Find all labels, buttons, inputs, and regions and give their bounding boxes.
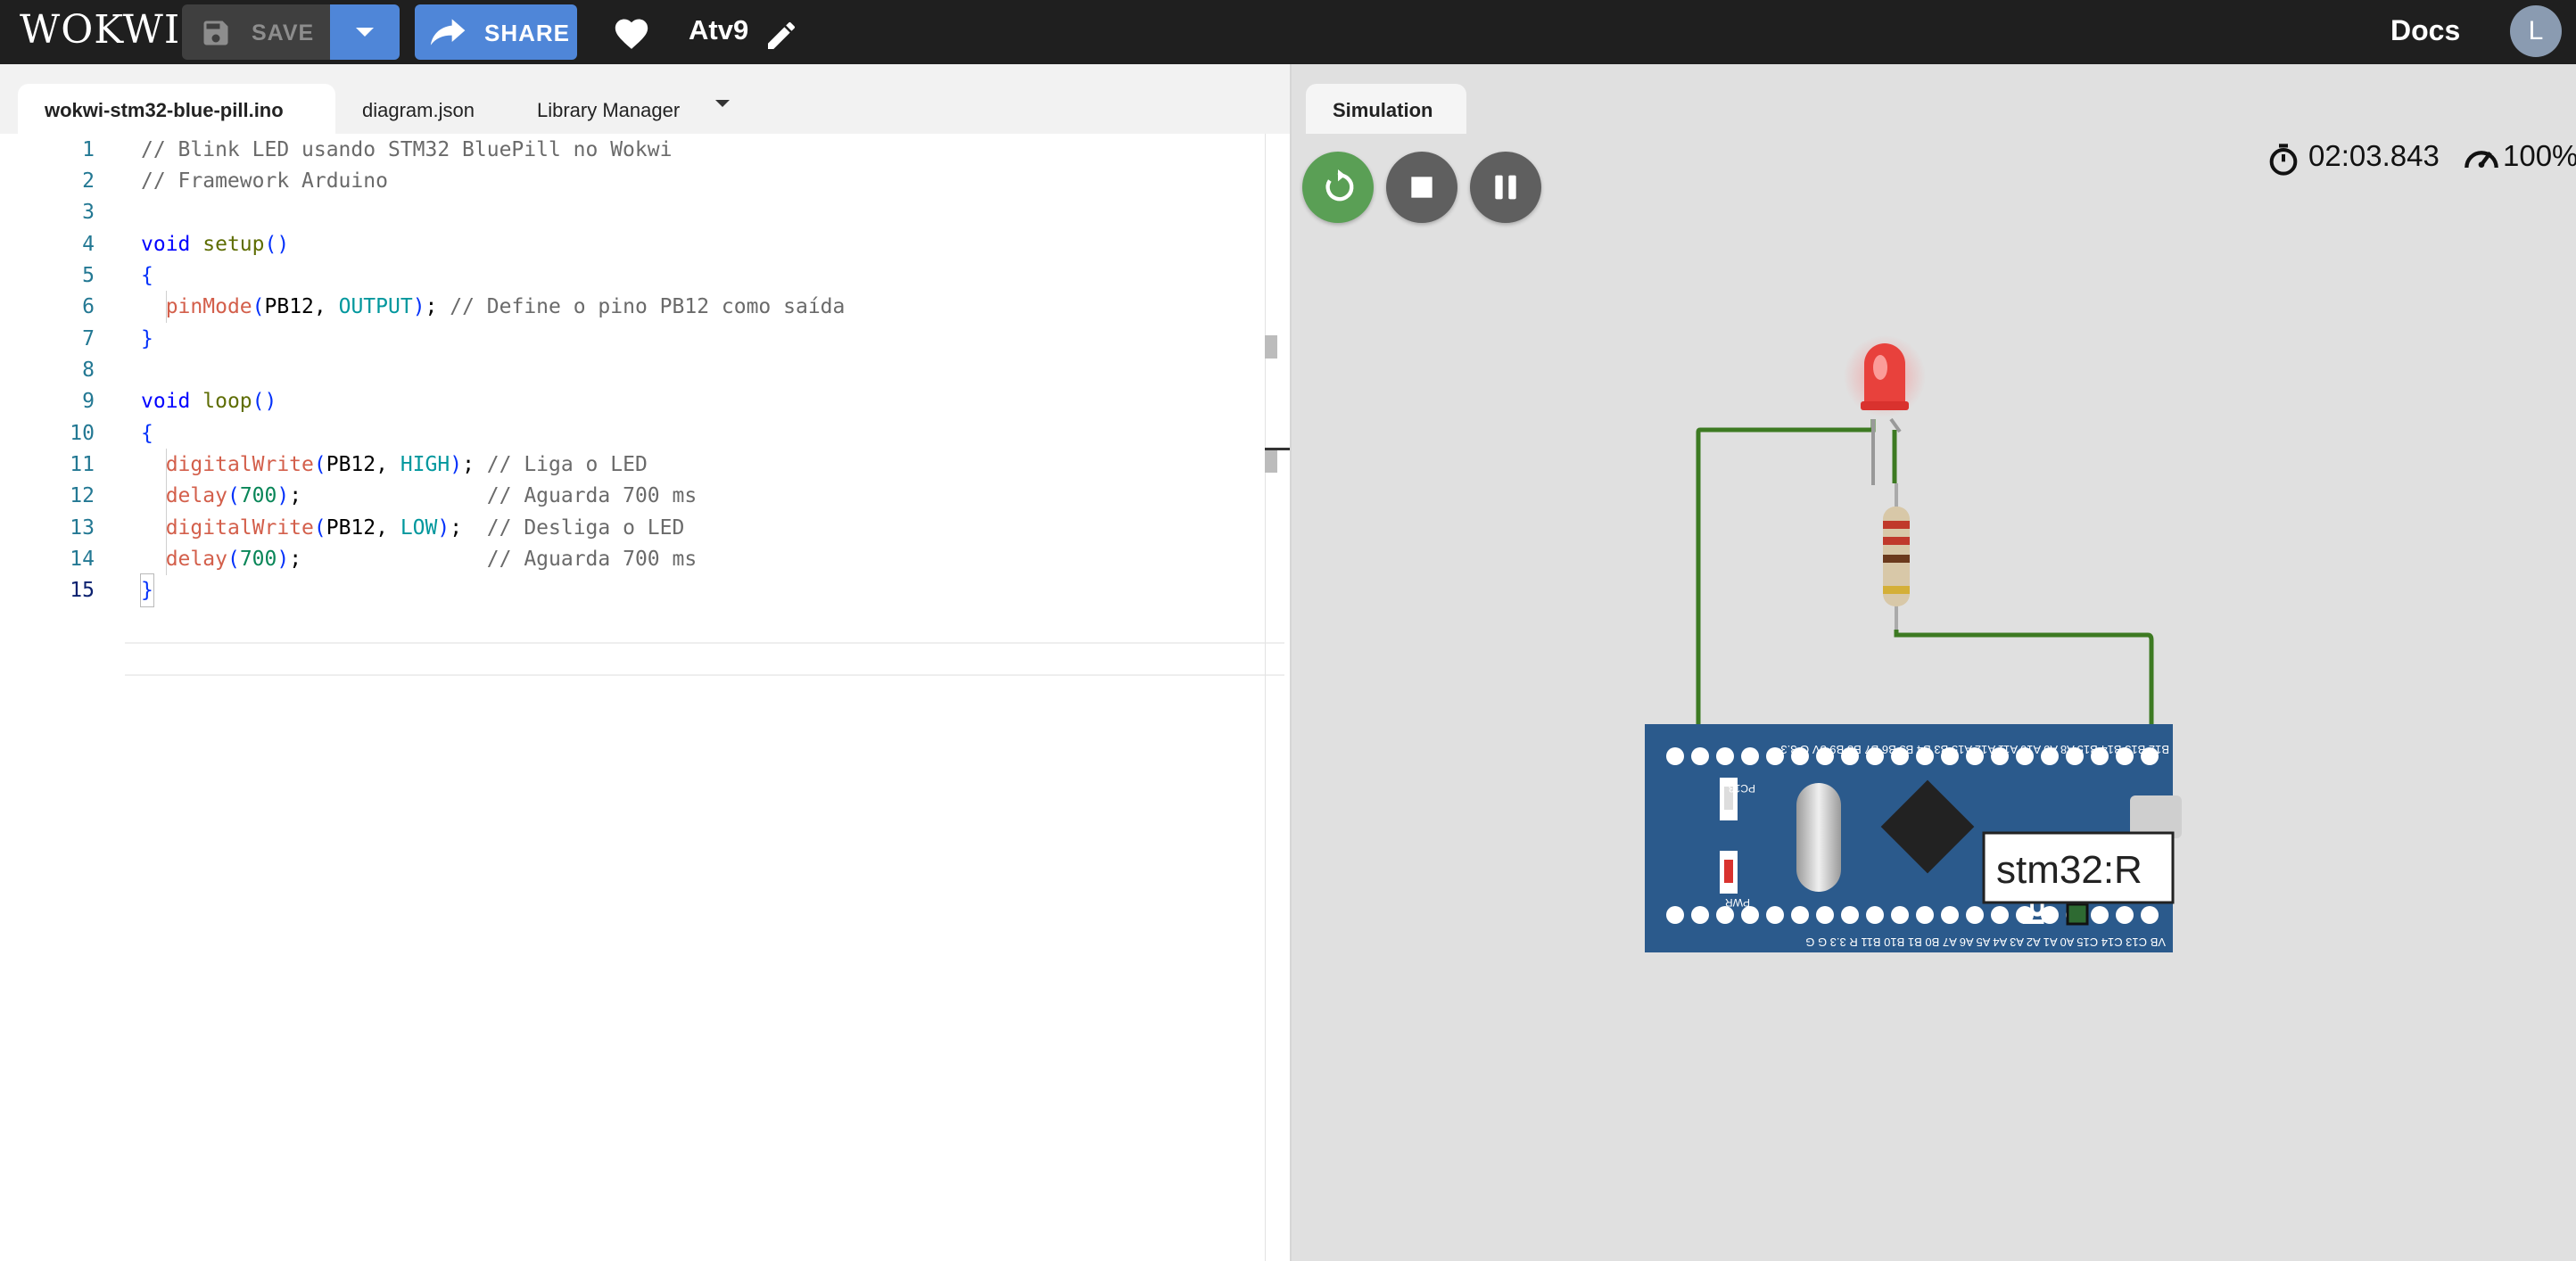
led-red[interactable] [1844,335,1926,485]
docs-link[interactable]: Docs [2390,14,2460,47]
code-line: 2// Framework Arduino [82,169,388,193]
scrollbar-cursor-marker [1265,448,1290,450]
tab-label: Library Manager [537,99,681,121]
code-line-4: void setup() [141,233,290,256]
board-label-pwr: PWR [1725,896,1750,909]
code-line-9: void loop() [141,390,277,413]
tab-diagram-json[interactable]: diagram.json [344,84,505,134]
code-line: 3 [82,201,95,224]
circuit-canvas[interactable]: B12 B13 B14 B15 A8 A9 A10 A11 A12 A15 B3… [1292,64,2576,1261]
share-arrow-icon [430,19,466,45]
code-line: 1// Blink LED usando STM32 BluePill no W… [82,138,673,161]
board-tooltip: stm32:R [1996,848,2143,892]
editor-scrollbar[interactable] [1265,134,1266,1261]
code-line: 12 delay(700); // Aguarda 700 ms [0,480,1290,512]
editor-pane: wokwi-stm32-blue-pill.ino diagram.json L… [0,64,1290,1261]
board-label-pc13: PC13 [1729,782,1755,795]
tab-label: diagram.json [362,99,475,121]
stm32-blue-pill-board[interactable]: B12 B13 B14 B15 A8 A9 A10 A11 A12 A15 B3… [1645,724,2182,952]
code-line: 14 delay(700); // Aguarda 700 ms [0,543,1290,575]
top-bar: WOKWI SAVE SHARE Atv9 Docs L [0,0,2576,64]
heart-icon[interactable] [612,14,651,50]
simulation-pane: Simulation 02:03.843 100% B12 B13 B14 B1… [1292,64,2576,1261]
tab-ino-file[interactable]: wokwi-stm32-blue-pill.ino [18,84,335,134]
code-line-13: digitalWrite(PB12, LOW); // Desliga o LE… [165,516,685,540]
code-line: 5{ [82,264,153,287]
code-line: 4 void setup() [0,228,1290,260]
tabs-menu-chevron-icon[interactable] [714,98,731,109]
code-line: 6 pinMode(PB12, OUTPUT); // Define o pin… [0,291,1290,323]
pin-highlight [2066,902,2089,926]
board-silk-bottom: VB C13 C14 C15 A0 A1 A2 A3 A4 A5 A6 A7 B… [1805,935,2166,949]
code-line: 15} [0,573,1290,607]
code-line: 7} [82,327,153,350]
code-editor[interactable]: 1// Blink LED usando STM32 BluePill no W… [0,134,1290,1261]
share-button[interactable]: SHARE [415,4,577,60]
code-line: 13 digitalWrite(PB12, LOW); // Desliga o… [0,512,1290,544]
scrollbar-marker [1265,449,1277,473]
pencil-icon[interactable] [764,18,799,54]
code-line-11: digitalWrite(PB12, HIGH); // Liga o LED [165,453,648,476]
scrollbar-marker [1265,335,1277,359]
chevron-down-icon [356,28,374,37]
code-line: 10{ [70,422,153,445]
wokwi-logo[interactable]: WOKWI [20,7,180,53]
code-line: 8 [82,359,95,382]
save-button[interactable]: SAVE [182,4,330,60]
wire-gnd [1696,419,1876,755]
avatar[interactable]: L [2510,5,2562,57]
code-line: 11 digitalWrite(PB12, HIGH); // Liga o L… [0,449,1290,481]
code-line-6: pinMode(PB12, OUTPUT); // Define o pino … [165,295,846,318]
project-name[interactable]: Atv9 [689,14,748,46]
share-label: SHARE [484,20,571,46]
current-line-highlight [125,642,1284,676]
tab-label: wokwi-stm32-blue-pill.ino [45,99,284,121]
tab-library-manager[interactable]: Library Manager [519,84,715,134]
save-icon [203,21,228,45]
resistor[interactable] [1883,483,1910,630]
code-line-12: delay(700); // Aguarda 700 ms [165,484,698,507]
code-line: 9 void loop() [0,385,1290,417]
save-label: SAVE [252,21,315,45]
save-options-dropdown[interactable] [330,4,400,60]
code-line-14: delay(700); // Aguarda 700 ms [165,548,698,571]
